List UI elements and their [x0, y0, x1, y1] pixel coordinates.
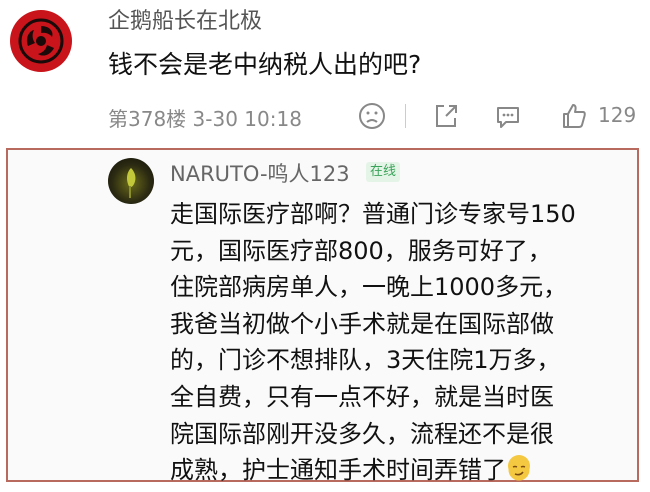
comment-text: 钱不会是老中纳税人出的吧?: [108, 50, 422, 79]
reply-line-text: 成熟，护士通知手术时间弄错了: [170, 456, 506, 485]
reply-line-last: 成熟，护士通知手术时间弄错了: [170, 452, 630, 489]
reply-text: 走国际医疗部啊？普通门诊专家号150 元，国际医疗部800，服务可好了， 住院部…: [170, 196, 630, 489]
reply-line: 元，国际医疗部800，服务可好了，: [170, 236, 552, 265]
reply-line: 的，门诊不想排队，3天住院1万多，: [170, 346, 561, 375]
tomoe-emblem-icon: [11, 11, 71, 71]
reply-line: 走国际医疗部啊？普通门诊专家号150: [170, 200, 576, 228]
smirk-emoji-icon: [508, 455, 530, 481]
reply-icon[interactable]: [492, 100, 524, 132]
share-icon[interactable]: [430, 100, 462, 132]
like-count: 129: [598, 103, 637, 127]
comment-username[interactable]: 企鹅船长在北极: [108, 8, 262, 36]
reply-avatar-image: [127, 168, 136, 198]
reply-username[interactable]: NARUTO-鸣人123: [170, 160, 350, 188]
comment-meta: 第378楼 3-30 10:18 129: [108, 100, 638, 134]
floor-and-time: 第378楼 3-30 10:18: [108, 107, 302, 131]
meta-divider: [405, 104, 406, 128]
thumbs-up-icon[interactable]: [558, 100, 590, 132]
reply-line: 住院部病房单人，一晚上1000多元，: [170, 273, 568, 302]
comment-thread: 企鹅船长在北极 钱不会是老中纳税人出的吧? 第378楼 3-30 10:18 1…: [0, 0, 650, 487]
online-badge: 在线: [366, 162, 401, 182]
reply-avatar[interactable]: [108, 158, 154, 204]
reply-line: 院国际部刚开没多久，流程还不是很: [170, 419, 554, 448]
reply-box: NARUTO-鸣人123 在线 走国际医疗部啊？普通门诊专家号150 元，国际医…: [6, 148, 639, 484]
sad-face-icon[interactable]: [356, 100, 388, 132]
reply-line: 我爸当初做个小手术就是在国际部做: [170, 309, 554, 338]
reply-line: 全自费，只有一点不好，就是当时医: [170, 382, 554, 411]
avatar[interactable]: [10, 10, 72, 72]
